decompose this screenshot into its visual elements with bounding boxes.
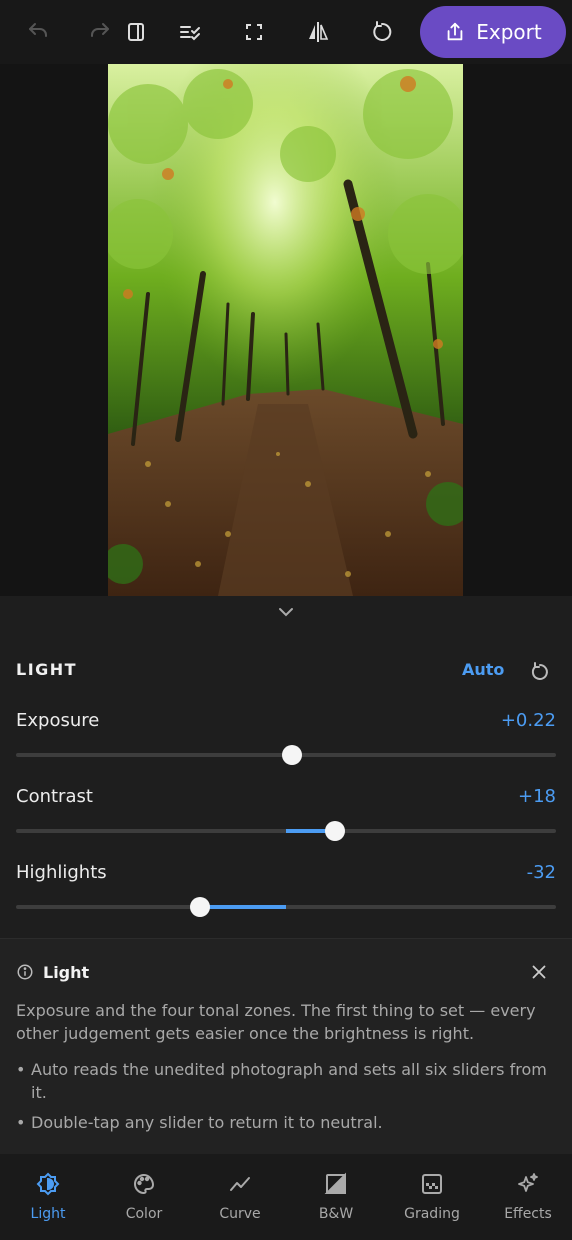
highlights-value: -32 (526, 862, 556, 883)
bullet-dot: • (16, 1113, 26, 1132)
tab-curve[interactable]: Curve (192, 1154, 288, 1240)
contrast-thumb[interactable] (324, 821, 345, 841)
tab-bw[interactable]: B&W (288, 1154, 384, 1240)
highlights-fill (199, 905, 286, 909)
photo[interactable] (108, 64, 463, 596)
highlights-label: Highlights (16, 862, 107, 883)
tab-grading[interactable]: Grading (384, 1154, 480, 1240)
bullet-text: Double-tap any slider to return it to ne… (31, 1113, 383, 1132)
contrast-slider[interactable] (16, 821, 556, 841)
export-label: Export (476, 20, 542, 44)
fullscreen-icon[interactable] (236, 14, 272, 50)
export-button[interactable]: Export (420, 6, 566, 58)
sparkles-icon (518, 1173, 538, 1192)
tab-label: Color (125, 1206, 163, 1222)
top-toolbar: Export (0, 0, 572, 64)
close-icon[interactable] (528, 961, 550, 983)
tab-label: Grading (404, 1206, 460, 1222)
share-icon (447, 22, 463, 41)
tab-label: Curve (219, 1206, 261, 1222)
info-description: Exposure and the four tonal zones. The f… (16, 1001, 536, 1043)
bw-icon (324, 1172, 346, 1194)
undo-icon[interactable] (20, 14, 56, 50)
photo-canvas (0, 64, 572, 596)
collapse-chevron-icon[interactable] (274, 600, 298, 624)
tab-label: Light (30, 1206, 66, 1222)
tab-light[interactable]: Light (0, 1154, 96, 1240)
exposure-value: +0.22 (500, 710, 556, 731)
grading-icon (422, 1174, 442, 1194)
sidebar-icon[interactable] (118, 14, 154, 50)
bottom-nav: Light Color Curve B&W Grading Effects (0, 1154, 572, 1240)
exposure-label: Exposure (16, 710, 100, 731)
tab-label: B&W (318, 1206, 354, 1222)
tab-label: Effects (504, 1206, 552, 1222)
redo-icon[interactable] (82, 14, 118, 50)
highlights-thumb[interactable] (189, 897, 210, 917)
checklist-icon[interactable] (172, 14, 208, 50)
tab-effects[interactable]: Effects (480, 1154, 572, 1240)
highlights-slider[interactable] (16, 897, 556, 917)
compare-icon[interactable] (300, 14, 336, 50)
curve-icon (230, 1177, 250, 1191)
contrast-value: +18 (518, 786, 556, 807)
bullet-dot: • (16, 1060, 26, 1079)
palette-icon (134, 1173, 155, 1195)
light-icon (36, 1172, 60, 1196)
bullet-text: Auto reads the unedited photograph and s… (31, 1060, 547, 1102)
info-icon (17, 964, 33, 980)
contrast-label: Contrast (16, 786, 93, 807)
exposure-slider[interactable] (16, 745, 556, 765)
reset-icon[interactable] (364, 14, 400, 50)
info-title: Light (43, 963, 90, 982)
section-title: LIGHT (16, 660, 78, 679)
tab-color[interactable]: Color (96, 1154, 192, 1240)
info-card: Light Exposure and the four tonal zones.… (0, 939, 572, 1154)
exposure-thumb[interactable] (281, 745, 302, 765)
auto-button[interactable]: Auto (462, 660, 504, 679)
reset-section-icon[interactable] (528, 660, 552, 684)
